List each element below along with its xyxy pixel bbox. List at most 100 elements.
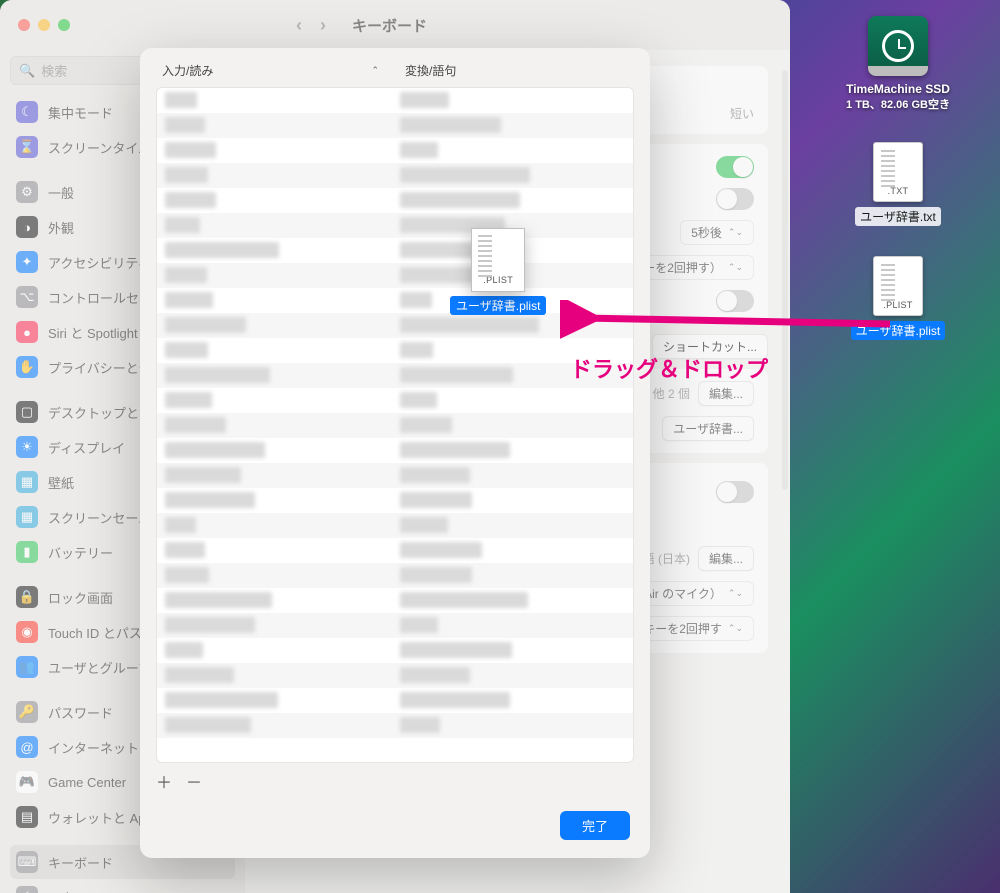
search-placeholder: 検索 [41, 61, 67, 80]
dictionary-row[interactable] [157, 388, 633, 413]
dictionary-row[interactable] [157, 513, 633, 538]
sidebar-icon: ☾ [16, 101, 38, 123]
dictionary-row[interactable] [157, 338, 633, 363]
dictionary-row[interactable] [157, 363, 633, 388]
dictation-toggle[interactable] [716, 481, 754, 503]
desktop-drive-item[interactable]: TimeMachine SSD 1 TB、82.06 GB空き [846, 16, 950, 112]
delay-select[interactable]: 5秒後⌃⌄ [680, 220, 754, 245]
file-ext-label: .PLIST [483, 275, 513, 285]
sidebar-icon: ● [16, 321, 38, 343]
dictionary-row[interactable] [157, 288, 633, 313]
dictionary-row[interactable] [157, 138, 633, 163]
user-dictionary-button[interactable]: ユーザ辞書... [662, 416, 754, 441]
sidebar-item-label: Siri と Spotlight [48, 323, 138, 342]
sidebar-item-label: 集中モード [48, 103, 113, 122]
close-window-button[interactable] [18, 19, 30, 31]
sidebar-icon: ▦ [16, 471, 38, 493]
desktop-icons: TimeMachine SSD 1 TB、82.06 GB空き .TXT ユーザ… [808, 16, 988, 340]
other-count-label: 他 2 個 [653, 385, 690, 402]
plist-file-icon: .PLIST [471, 228, 525, 292]
toggle-3[interactable] [716, 290, 754, 312]
desktop-txt-file[interactable]: .TXT ユーザ辞書.txt [855, 142, 941, 226]
sidebar-item-label: アクセシビリティ [48, 253, 151, 272]
sidebar-icon: @ [16, 736, 38, 758]
dictionary-row[interactable] [157, 413, 633, 438]
dictionary-row[interactable] [157, 463, 633, 488]
sidebar-item-label: 外観 [48, 218, 74, 237]
dictionary-row[interactable] [157, 538, 633, 563]
sidebar-item-label: スクリーンタイム [48, 138, 151, 157]
sidebar-item-label: パスワード [48, 703, 113, 722]
dictionary-row[interactable] [157, 688, 633, 713]
dictionary-row[interactable] [157, 663, 633, 688]
dictionary-row[interactable] [157, 188, 633, 213]
sidebar-icon: 🖱 [16, 886, 38, 893]
sidebar-item-label: スクリーンセーバ [48, 508, 151, 527]
drive-name: TimeMachine SSD [846, 82, 950, 96]
sidebar-item-label: 壁紙 [48, 473, 74, 492]
txt-file-label: ユーザ辞書.txt [855, 207, 941, 226]
traffic-lights [18, 19, 70, 31]
sidebar-icon: ▦ [16, 506, 38, 528]
dictionary-row[interactable] [157, 638, 633, 663]
sidebar-icon: 🔒 [16, 586, 38, 608]
nav-forward-button[interactable]: › [320, 15, 326, 36]
sidebar-item-label: ロック画面 [48, 588, 113, 607]
keyboard-shortcuts-button[interactable]: ショートカット... [652, 334, 768, 359]
sort-indicator-icon: ⌃ [371, 65, 379, 76]
dictionary-row[interactable] [157, 438, 633, 463]
sidebar-item-label: ユーザとグループ [48, 658, 151, 677]
edit-button-1[interactable]: 編集... [698, 381, 754, 406]
dictionary-list[interactable] [156, 87, 634, 763]
user-dictionary-dialog: 入力/読み ⌃ 変換/語句 ＋ － 完了 .PLIST ユーザ辞書.plist [140, 48, 650, 858]
plist-file-icon: .PLIST [873, 256, 923, 316]
sidebar-icon: ◉ [16, 621, 38, 643]
sidebar-icon: ✋ [16, 356, 38, 378]
column-reading-header[interactable]: 入力/読み [162, 62, 213, 79]
done-button[interactable]: 完了 [560, 811, 630, 840]
dictionary-row[interactable] [157, 238, 633, 263]
dictionary-row[interactable] [157, 163, 633, 188]
edit-button-2[interactable]: 編集... [698, 546, 754, 571]
sidebar-icon: ◑ [16, 216, 38, 238]
dictionary-row[interactable] [157, 88, 633, 113]
sidebar-icon: ⌨ [16, 851, 38, 873]
dictionary-row[interactable] [157, 613, 633, 638]
sidebar-item-label: バッテリー [48, 543, 113, 562]
txt-file-icon: .TXT [873, 142, 923, 202]
sidebar-icon: ✦ [16, 251, 38, 273]
desktop-plist-file[interactable]: .PLIST ユーザ辞書.plist [851, 256, 945, 340]
dictionary-row[interactable] [157, 263, 633, 288]
dictionary-row[interactable] [157, 113, 633, 138]
sidebar-icon: ☀ [16, 436, 38, 458]
dictionary-row[interactable] [157, 588, 633, 613]
sidebar-item-label: 一般 [48, 183, 74, 202]
zoom-window-button[interactable] [58, 19, 70, 31]
dictionary-row[interactable] [157, 563, 633, 588]
dictionary-row[interactable] [157, 488, 633, 513]
sidebar-icon: ▤ [16, 806, 38, 828]
remove-entry-button[interactable]: － [186, 769, 202, 793]
nav-back-button[interactable]: ‹ [296, 15, 302, 36]
scrollbar[interactable] [782, 70, 788, 490]
dictionary-row[interactable] [157, 213, 633, 238]
sidebar-item[interactable]: 🖱 マウス [10, 880, 235, 893]
sidebar-icon: 🔑 [16, 701, 38, 723]
sidebar-icon: ▮ [16, 541, 38, 563]
dictionary-row[interactable] [157, 313, 633, 338]
sidebar-item-label: マウス [48, 888, 87, 893]
sidebar-item-label: キーボード [48, 853, 113, 872]
dragged-file-label: ユーザ辞書.plist [450, 296, 546, 315]
toggle-2[interactable] [716, 188, 754, 210]
sidebar-item-label: Game Center [48, 775, 126, 790]
dictionary-row[interactable] [157, 713, 633, 738]
toggle-1[interactable] [716, 156, 754, 178]
sidebar-icon: 🎮 [16, 771, 38, 793]
add-entry-button[interactable]: ＋ [156, 769, 172, 793]
search-icon: 🔍 [19, 63, 35, 79]
column-conversion-header[interactable]: 変換/語句 [405, 64, 456, 78]
window-title: キーボード [352, 15, 427, 36]
minimize-window-button[interactable] [38, 19, 50, 31]
drive-capacity: 1 TB、82.06 GB空き [846, 96, 950, 112]
dragged-file[interactable]: .PLIST ユーザ辞書.plist [450, 228, 546, 315]
